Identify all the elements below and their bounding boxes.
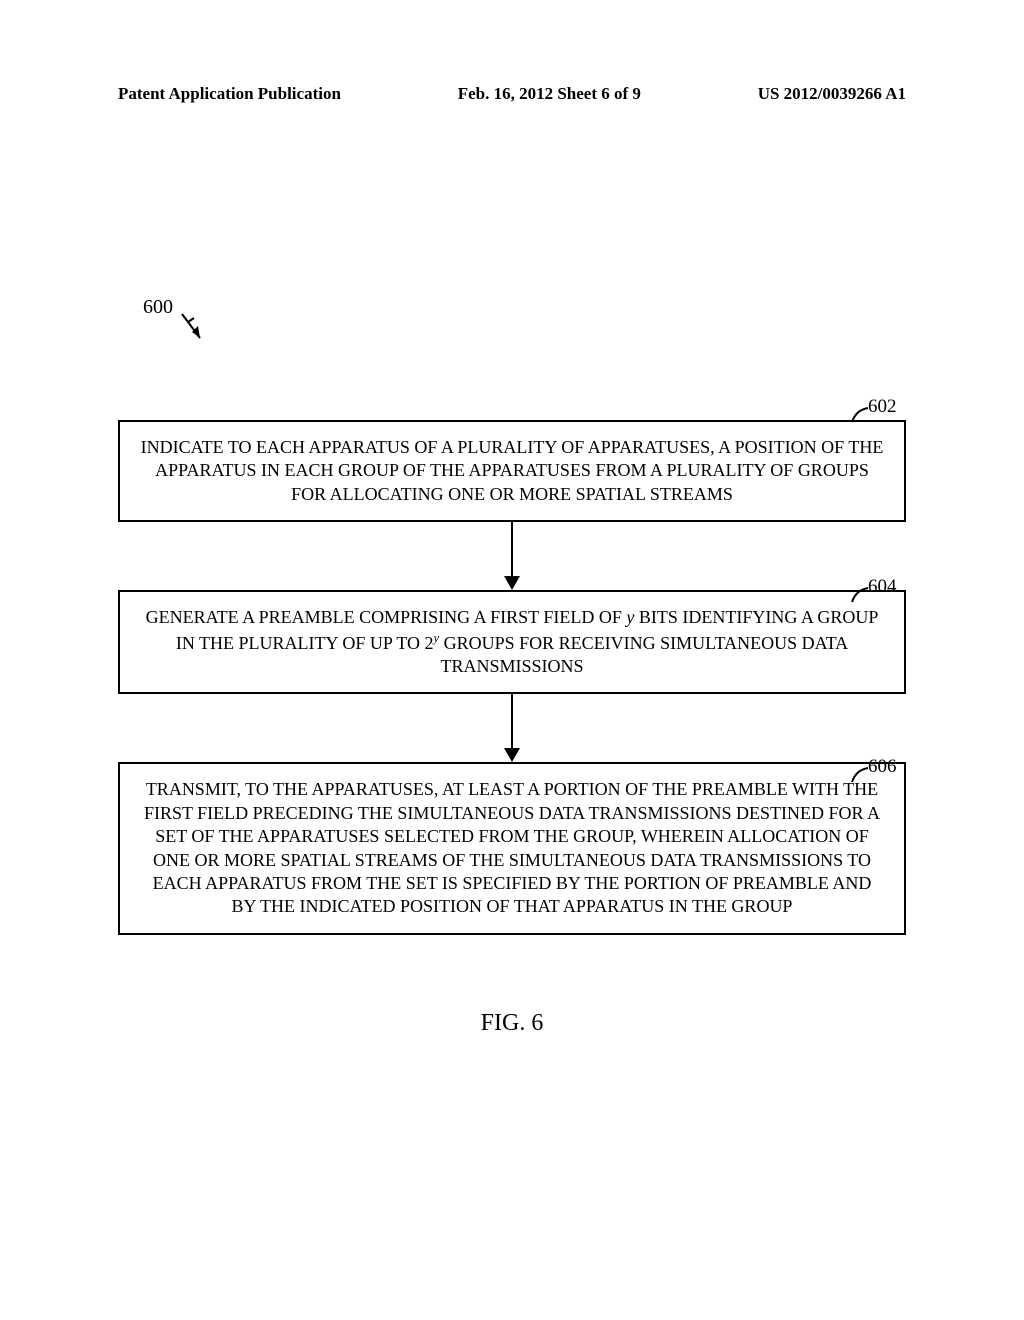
flow-connector xyxy=(118,694,906,762)
header-sheet: Feb. 16, 2012 Sheet 6 of 9 xyxy=(458,84,641,104)
box-ref-602: 602 xyxy=(868,396,897,418)
flow-step-602: INDICATE TO EACH APPARATUS OF A PLURALIT… xyxy=(118,420,906,522)
flow-step-606-text: TRANSMIT, TO THE APPARATUSES, AT LEAST A… xyxy=(138,778,886,918)
ref-arrow-icon xyxy=(178,310,208,350)
flow-step-604: GENERATE A PREAMBLE COMPRISING A FIRST F… xyxy=(118,590,906,694)
header-publication: Patent Application Publication xyxy=(118,84,341,104)
flow-connector xyxy=(118,522,906,590)
figure-label: FIG. 6 xyxy=(0,1010,1024,1037)
flow-ref-600: 600 xyxy=(143,296,173,319)
flowchart: INDICATE TO EACH APPARATUS OF A PLURALIT… xyxy=(118,420,906,935)
arrow-down-icon xyxy=(504,576,520,590)
flow-step-606: TRANSMIT, TO THE APPARATUSES, AT LEAST A… xyxy=(118,762,906,934)
flow-step-602-text: INDICATE TO EACH APPARATUS OF A PLURALIT… xyxy=(138,436,886,506)
arrow-down-icon xyxy=(504,748,520,762)
header-doc-number: US 2012/0039266 A1 xyxy=(758,84,906,104)
flow-step-604-text: GENERATE A PREAMBLE COMPRISING A FIRST F… xyxy=(138,606,886,678)
